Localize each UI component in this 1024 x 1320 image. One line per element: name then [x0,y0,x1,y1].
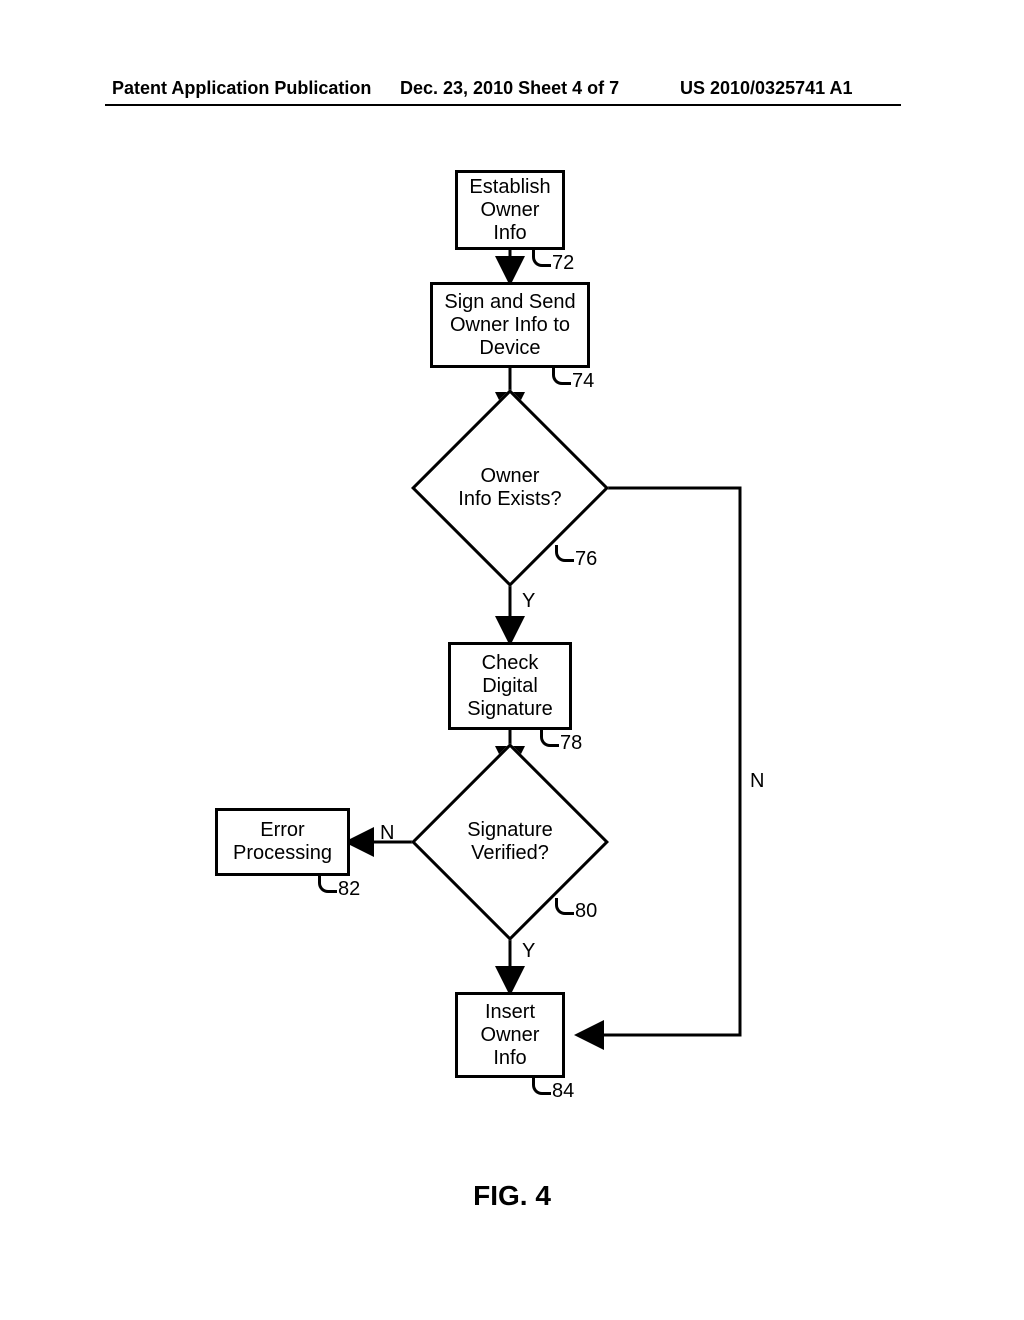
flowchart: EstablishOwnerInfo 72 Sign and SendOwner… [0,0,1024,1320]
node-signature-verified: SignatureVerified? [440,772,580,912]
node-error-processing: ErrorProcessing [215,808,350,876]
node-label: OwnerInfo Exists? [458,465,561,511]
edge-label-yes: Y [522,590,535,613]
node-establish-owner-info: EstablishOwnerInfo [455,170,565,250]
ref-tick-icon [532,1078,551,1095]
ref-tick-icon [318,876,337,893]
edge-label-yes: Y [522,940,535,963]
ref-number: 78 [560,732,582,755]
ref-tick-icon [555,898,574,915]
node-sign-and-send: Sign and SendOwner Info toDevice [430,282,590,368]
ref-number: 74 [572,370,594,393]
node-label: ErrorProcessing [233,819,332,865]
node-label: SignatureVerified? [467,819,553,865]
figure-caption: FIG. 4 [0,1180,1024,1212]
ref-tick-icon [552,368,571,385]
node-owner-info-exists: OwnerInfo Exists? [440,418,580,558]
ref-tick-icon [540,730,559,747]
node-check-digital-signature: CheckDigitalSignature [448,642,572,730]
ref-number: 76 [575,548,597,571]
ref-number: 72 [552,252,574,275]
node-label: Sign and SendOwner Info toDevice [444,291,575,360]
node-label: InsertOwnerInfo [481,1001,540,1070]
node-insert-owner-info: InsertOwnerInfo [455,992,565,1078]
edge-label-no: N [750,770,764,793]
node-label: CheckDigitalSignature [467,652,553,721]
ref-number: 82 [338,878,360,901]
edge-label-no: N [380,822,394,845]
ref-tick-icon [555,545,574,562]
ref-tick-icon [532,250,551,267]
node-label: EstablishOwnerInfo [469,176,550,245]
ref-number: 80 [575,900,597,923]
ref-number: 84 [552,1080,574,1103]
